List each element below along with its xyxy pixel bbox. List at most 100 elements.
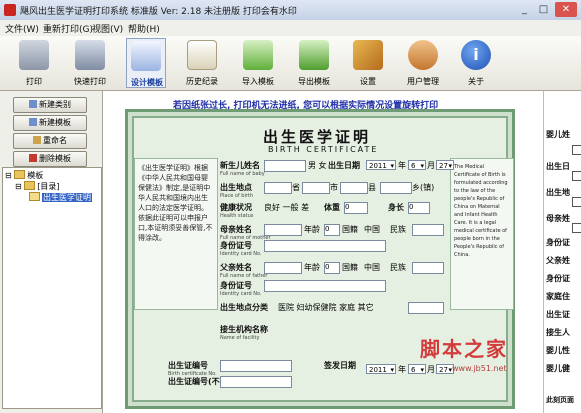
other-place-field[interactable] [408, 302, 444, 314]
field-list-item: 家庭住 [546, 292, 570, 301]
toolbar: 打印 快速打印 设计模板 历史纪录 导入模板 导出模板 设置 用户管理 i 关于 [0, 36, 581, 91]
field-list-item: 出生日 [546, 162, 570, 171]
place-type-options[interactable]: 医院 妇幼保健院 家庭 其它 [278, 302, 374, 313]
field-list-item: 出生地 [546, 188, 570, 197]
baby-name-field[interactable] [264, 160, 306, 172]
minimize-button[interactable]: _ [516, 2, 533, 17]
province-unit: 省 [292, 183, 300, 192]
field-checkbox[interactable] [572, 171, 581, 181]
design-template-button[interactable]: 设计模板 [126, 38, 166, 88]
city-unit: 市 [330, 183, 338, 192]
user-management-button[interactable]: 用户管理 [403, 38, 443, 88]
mother-name-field[interactable] [264, 224, 302, 236]
father-nation-label: 国籍 [342, 263, 358, 272]
print-button[interactable]: 打印 [14, 38, 54, 88]
health-label: 健康状况 Health status [220, 203, 254, 219]
issue-year-select[interactable]: 2011 [366, 364, 396, 375]
import-icon [243, 40, 273, 70]
field-list-item: 婴儿性 [546, 346, 570, 355]
document-icon [29, 192, 40, 201]
history-button[interactable]: 历史纪录 [182, 38, 222, 88]
father-name-field[interactable] [264, 262, 302, 274]
printer-icon [19, 40, 49, 70]
health-options[interactable]: 良好 一般 差 [264, 202, 309, 213]
cert-right-text: The Medical Certificate of Birth is form… [454, 164, 508, 258]
settings-button[interactable]: 设置 [348, 38, 388, 88]
height-field[interactable]: 0 [408, 202, 430, 214]
dob-label: 出生日期 [328, 161, 360, 170]
county-field[interactable] [340, 182, 368, 194]
dob-month-select[interactable]: 6 [408, 160, 426, 171]
mother-id-field[interactable] [264, 240, 386, 252]
cert-no-field[interactable] [220, 360, 292, 372]
facility-label: 接生机构名称 Name of facility [220, 325, 268, 341]
field-list-item: 父亲姓 [546, 256, 570, 265]
menu-view[interactable]: 视图(V) [92, 22, 123, 35]
cert-title: 出生医学证明 [263, 128, 372, 146]
new-template-icon [29, 118, 37, 126]
issue-month-select[interactable]: 6 [408, 364, 426, 375]
dob-day-select[interactable]: 27 [436, 160, 454, 171]
father-ethnic-field[interactable] [412, 262, 444, 274]
dob-year-select[interactable]: 2011 [366, 160, 396, 171]
watermark: 脚本之家 [420, 337, 508, 361]
import-template-button[interactable]: 导入模板 [238, 38, 278, 88]
new-category-button[interactable]: 新建类别 [13, 97, 87, 113]
sex-options[interactable]: 男 女 [308, 160, 327, 171]
cert-left-text-panel: 《出生医学证明》根据《中华人民共和国母婴保健法》制定,是证明中华人民共和国境内出… [134, 158, 218, 310]
father-age-field[interactable]: 0 [324, 262, 340, 274]
month-unit: 月 [427, 161, 435, 170]
close-button[interactable]: ✕ [555, 2, 577, 17]
weight-field[interactable]: 0 [344, 202, 368, 214]
father-id-field[interactable] [264, 280, 386, 292]
field-list-item: 出生证 [546, 310, 570, 319]
city-field[interactable] [302, 182, 330, 194]
field-checkbox[interactable] [572, 197, 581, 207]
county-unit: 县 [368, 183, 376, 192]
menu-file[interactable]: 文件(W) [5, 22, 39, 35]
field-list-item: 此刻页面 [546, 396, 574, 404]
mother-ethnic-label: 民族 [390, 225, 406, 234]
issue-date-label: 签发日期 [324, 361, 356, 370]
right-field-list: 婴儿姓 出生日 出生地 母亲姓 身份证 父亲姓 身份证 家庭住 出生证 接生人 … [543, 91, 581, 413]
field-checkbox[interactable] [572, 223, 581, 233]
province-field[interactable] [264, 182, 292, 194]
tree-item-birth-certificate[interactable]: 出生医学证明 [29, 192, 92, 203]
design-area[interactable]: 若因纸张过长, 打印机无法进纸, 您可以根据实际情况设置旋转打印 出生医学证明 … [103, 91, 581, 413]
mother-ethnic-field[interactable] [412, 224, 444, 236]
export-template-button[interactable]: 导出模板 [294, 38, 334, 88]
menu-help[interactable]: 帮助(H) [128, 22, 160, 35]
township-field[interactable] [380, 182, 412, 194]
new-template-button[interactable]: 新建模板 [13, 115, 87, 131]
folder-icon [24, 181, 36, 190]
cert-no-label: 出生证编号 Birth certificate No. [168, 361, 217, 377]
township-unit: 乡(镇) [412, 183, 435, 192]
field-checkbox[interactable] [572, 145, 581, 155]
father-nation-value[interactable]: 中国 [364, 262, 380, 273]
issue-month-unit: 月 [427, 365, 435, 374]
template-tree[interactable]: ⊟ 模板 ⊟ [目录] 出生医学证明 [2, 167, 102, 409]
mother-age-field[interactable]: 0 [324, 224, 340, 236]
settings-icon [353, 40, 383, 70]
tree-root[interactable]: ⊟ 模板 [5, 170, 43, 181]
field-list-item: 身份证 [546, 238, 570, 247]
mother-nation-value[interactable]: 中国 [364, 224, 380, 235]
rename-button[interactable]: 重命名 [13, 133, 87, 149]
fast-print-button[interactable]: 快速打印 [70, 38, 110, 88]
folder-icon [14, 170, 26, 179]
about-button[interactable]: i 关于 [456, 38, 496, 88]
issue-year-unit: 年 [398, 365, 406, 374]
unprinted-cert-no-field[interactable] [220, 376, 292, 388]
delete-template-button[interactable]: 删除模板 [13, 151, 87, 167]
father-age-label: 年龄 [304, 263, 320, 272]
maximize-button[interactable]: □ [535, 2, 552, 17]
field-list-item: 身份证 [546, 274, 570, 283]
menu-reprint[interactable]: 重新打印(G) [43, 22, 93, 35]
father-name-label: 父亲姓名 Full name of father [220, 263, 268, 279]
birthplace-label: 出生地点 Place of birth [220, 183, 254, 199]
rename-icon [33, 136, 41, 144]
menu-bar: 文件(W) 重新打印(G) 视图(V) 帮助(H) [0, 20, 581, 37]
tree-directory[interactable]: ⊟ [目录] [15, 181, 60, 192]
mother-nation-label: 国籍 [342, 225, 358, 234]
field-list-item: 接生人 [546, 328, 570, 337]
